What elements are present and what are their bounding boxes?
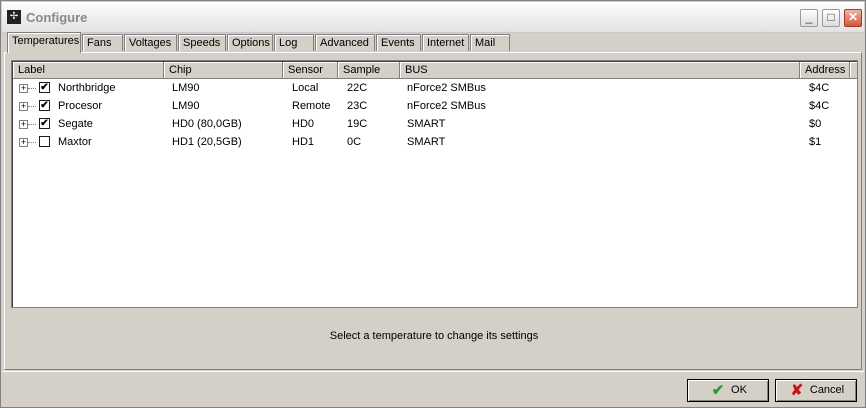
maximize-button[interactable]: □ <box>822 9 840 27</box>
column-header-filler <box>850 62 858 79</box>
row-sample: 22C <box>347 82 368 94</box>
row-sensor: HD0 <box>292 118 315 130</box>
row-bus: nForce2 SMBus <box>407 82 486 94</box>
row-chip: HD1 (20,5GB) <box>172 136 242 148</box>
row-address: $4C <box>809 82 830 94</box>
row-bus: SMART <box>407 118 446 130</box>
row-checkbox[interactable]: ✔ <box>39 118 50 129</box>
tree-line <box>28 106 36 107</box>
row-chip: LM90 <box>172 82 200 94</box>
row-label: Procesor <box>58 100 103 112</box>
column-header-address[interactable]: Address <box>800 62 850 79</box>
table-row[interactable]: + Maxtor HD1 (20,5GB) HD1 0C SMART $1 <box>13 133 858 151</box>
table-row[interactable]: + ✔ Segate HD0 (80,0GB) HD0 19C SMART $0 <box>13 115 858 133</box>
cancel-button[interactable]: ✘ Cancel <box>775 379 857 402</box>
column-header-sample[interactable]: Sample <box>338 62 400 79</box>
row-checkbox[interactable]: ✔ <box>39 82 50 93</box>
ok-button[interactable]: ✔ OK <box>687 379 769 402</box>
tab-advanced[interactable]: Advanced <box>315 34 375 51</box>
table-row[interactable]: + ✔ Northbridge LM90 Local 22C nForce2 S… <box>13 79 858 97</box>
tab-internet[interactable]: Internet <box>422 34 469 51</box>
tree-line <box>28 88 36 89</box>
row-address: $0 <box>809 118 822 130</box>
row-address: $4C <box>809 100 830 112</box>
column-header-row: Label Chip Sensor Sample BUS Address <box>13 62 858 79</box>
checkmark-icon: ✔ <box>711 381 725 399</box>
row-sample: 19C <box>347 118 368 130</box>
row-sample: 23C <box>347 100 368 112</box>
tab-temperatures[interactable]: Temperatures <box>7 32 81 53</box>
temperature-tree-list[interactable]: Label Chip Sensor Sample BUS Address + ✔… <box>11 60 858 308</box>
row-label: Northbridge <box>58 82 116 94</box>
tab-options[interactable]: Options <box>227 34 273 51</box>
column-header-bus[interactable]: BUS <box>400 62 800 79</box>
window-title: Configure <box>26 10 88 25</box>
row-label: Maxtor <box>58 136 92 148</box>
ok-label: OK <box>731 384 747 396</box>
tab-log[interactable]: Log <box>274 34 314 51</box>
row-sensor: Local <box>292 82 319 94</box>
expand-icon[interactable]: + <box>19 138 28 147</box>
column-header-chip[interactable]: Chip <box>164 62 283 79</box>
row-address: $1 <box>809 136 822 148</box>
expand-icon[interactable]: + <box>19 84 28 93</box>
row-label: Segate <box>58 118 93 130</box>
row-checkbox[interactable] <box>39 136 50 147</box>
configure-window: ✢ Configure _ □ ✕ Temperatures Fans Volt… <box>0 0 866 408</box>
minimize-button[interactable]: _ <box>800 9 818 27</box>
tree-line <box>28 142 36 143</box>
row-checkbox[interactable]: ✔ <box>39 100 50 111</box>
title-bar[interactable]: ✢ Configure _ □ ✕ <box>2 2 864 33</box>
row-bus: nForce2 SMBus <box>407 100 486 112</box>
tab-voltages[interactable]: Voltages <box>124 34 177 51</box>
tab-speeds[interactable]: Speeds <box>178 34 226 51</box>
row-bus: SMART <box>407 136 446 148</box>
row-chip: HD0 (80,0GB) <box>172 118 242 130</box>
status-text: Select a temperature to change its setti… <box>329 330 539 342</box>
row-sample: 0C <box>347 136 362 148</box>
row-sensor: HD1 <box>292 136 315 148</box>
expand-icon[interactable]: + <box>19 102 28 111</box>
button-bar: ✔ OK ✘ Cancel <box>2 371 864 407</box>
row-sensor: Remote <box>292 100 331 112</box>
row-chip: LM90 <box>172 100 200 112</box>
cross-icon: ✘ <box>790 381 804 399</box>
close-button[interactable]: ✕ <box>844 9 862 27</box>
column-header-label[interactable]: Label <box>13 62 164 79</box>
cancel-label: Cancel <box>809 384 845 396</box>
tab-fans[interactable]: Fans <box>82 34 123 51</box>
tab-mail[interactable]: Mail <box>470 34 510 51</box>
tab-events[interactable]: Events <box>376 34 421 51</box>
app-icon[interactable]: ✢ <box>7 10 21 24</box>
tree-line <box>28 124 36 125</box>
column-header-sensor[interactable]: Sensor <box>283 62 338 79</box>
table-row[interactable]: + ✔ Procesor LM90 Remote 23C nForce2 SMB… <box>13 97 858 115</box>
expand-icon[interactable]: + <box>19 120 28 129</box>
